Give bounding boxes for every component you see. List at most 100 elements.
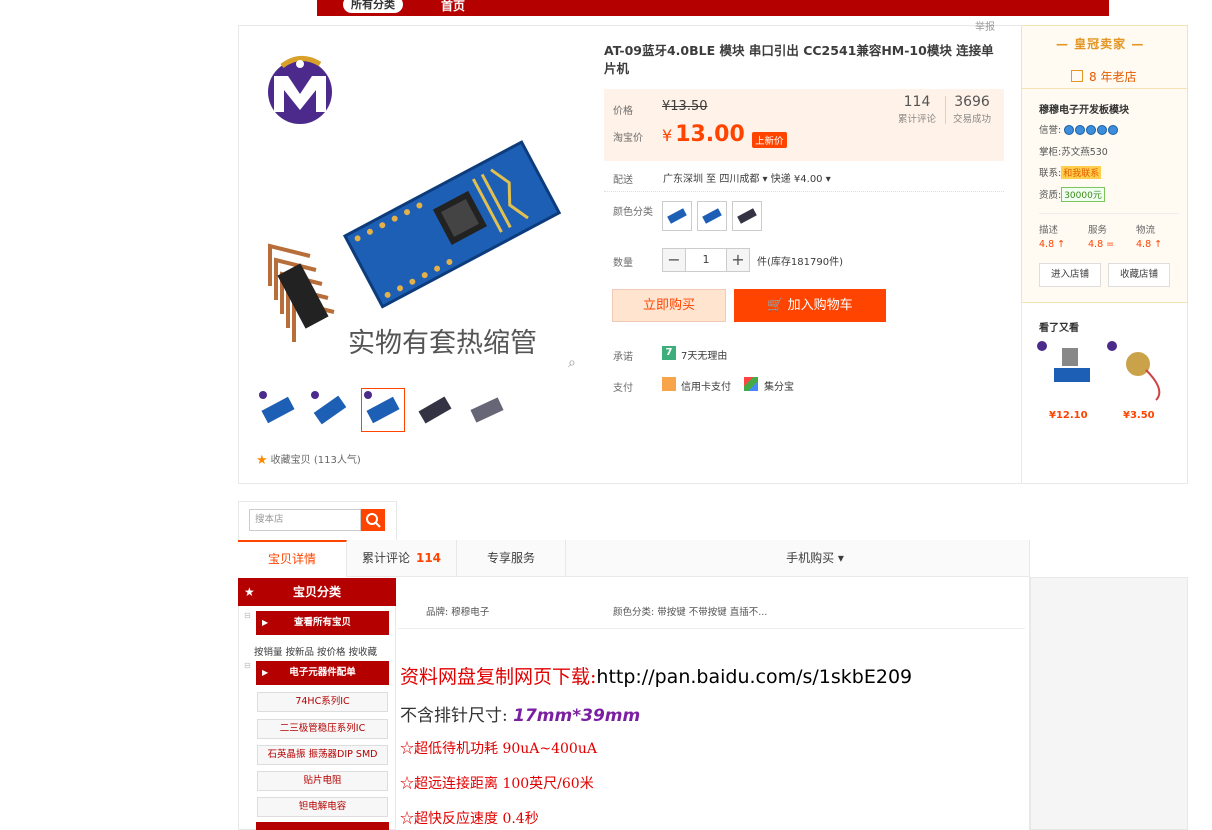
crown-icon [1108,125,1119,135]
crown-icon [1097,125,1108,135]
promise-label: 承诺 [613,352,633,363]
shipping-label: 配送 [613,175,633,186]
attr-brand: 品牌: 穆穆电子 [426,607,490,618]
also-viewed-title: 看了又看 [1039,323,1079,334]
tab-mobile[interactable]: 手机购买 ▾ [760,540,870,577]
shop-age: 8 年老店 [1071,68,1136,85]
color-option[interactable] [732,201,762,231]
contact-row: 联系: 和我联系 [1039,166,1102,179]
product-title: AT-09蓝牙4.0BLE 模块 串口引出 CC2541兼容HM-10模块 连接… [604,43,994,76]
all-categories-link[interactable]: 所有分类 [343,0,403,13]
shop-icon [1071,70,1083,82]
tab-service[interactable]: 专享服务 [457,540,566,577]
search-icon [366,513,381,528]
seller-info-box [1021,25,1188,303]
also-viewed-price: ¥3.50 [1123,410,1155,421]
search-button[interactable] [361,509,385,531]
tab-detail[interactable]: 宝贝详情 [238,540,347,577]
thumbnail[interactable] [465,388,509,432]
tab-reviews[interactable]: 累计评论 114 [347,540,457,577]
payment-label: 支付 [613,383,633,394]
favorite-shop-button[interactable]: 收藏店铺 [1108,263,1170,287]
tree-toggle-icon[interactable]: ⊟ [244,661,251,670]
star-icon: ★ [256,453,268,468]
divider [1039,213,1179,214]
category-item[interactable]: 石英晶振 振荡器DIP SMD [257,745,388,765]
quantity-decrease-button[interactable]: − [662,248,686,272]
thumbnail-selected[interactable] [361,388,405,432]
buy-now-button[interactable]: 立即购买 [612,289,726,322]
crown-icon [1064,125,1075,135]
quantity-label: 数量 [613,258,633,269]
color-option[interactable] [662,201,692,231]
shipping-selector[interactable]: 广东深圳 至 四川成都 ▾ 快递 ¥4.00 ▾ [663,170,831,185]
category-header: ★ 宝贝分类 [238,578,396,606]
quantity-increase-button[interactable]: + [726,248,750,272]
seven-day-icon: 7 [662,346,676,360]
category-electronics[interactable]: ▶ 电子元器件配单 [256,661,389,685]
new-price-badge: 上新价 [752,132,787,148]
installment-icon [744,377,758,391]
feature-line: ☆超远连接距离 100英尺/60米 [400,776,594,792]
rating-description: 描述 4.8 ↑ [1039,225,1066,250]
main-product-image[interactable]: 实物有套热缩管 [250,36,590,376]
star-icon: ★ [244,585,255,599]
crown-icon [1086,125,1097,135]
shop-search-input[interactable]: 搜本店 [249,509,361,531]
also-viewed-item[interactable] [1106,340,1170,404]
download-line: 资料网盘复制网页下载:http://pan.baidu.com/s/1skbE2… [400,666,913,688]
promise-text[interactable]: 7天无理由 [681,347,727,362]
credit-card-text: 信用卡支付 [681,382,731,393]
shop-name[interactable]: 穆穆电子开发板模块 [1039,101,1129,116]
divider [1022,88,1187,89]
original-price: ¥13.50 [662,99,708,114]
right-sidebar [1030,577,1188,830]
cart-icon: 🛒 [767,298,784,313]
category-item[interactable]: 74HC系列IC [257,692,388,712]
contact-seller-button[interactable]: 和我联系 [1061,166,1102,179]
category-view-all[interactable]: ▶ 查看所有宝贝 [256,611,389,635]
deposit-badge: 30000元 [1061,187,1105,202]
attr-color: 颜色分类: 带按键 不带按键 直插不... [613,607,768,618]
enter-shop-button[interactable]: 进入店铺 [1039,263,1101,287]
also-viewed-item[interactable] [1036,340,1100,404]
top-nav-bar: 所有分类 首页 [317,0,1109,16]
category-item[interactable]: 钽电解电容 [257,797,388,817]
quantity-input[interactable]: 1 [686,248,726,272]
rating-logistics: 物流 4.8 ↑ [1136,225,1163,250]
category-more[interactable] [256,822,389,830]
keeper-row: 掌柜:苏文燕530 [1039,147,1108,158]
category-item[interactable]: 二三极管稳压系列IC [257,719,388,739]
installment-text: 集分宝 [764,382,794,393]
sold-count-stat: 3696 交易成功 [953,94,992,125]
thumbnail[interactable] [256,388,300,432]
download-url[interactable]: http://pan.baidu.com/s/1skbE209 [596,666,912,688]
sort-links[interactable]: 按销量 按新品 按价格 按收藏 [254,644,377,658]
tree-toggle-icon[interactable]: ⊟ [244,611,251,620]
feature-line: ☆超快反应速度 0.4秒 [400,811,539,827]
credit-row: 信誉: [1039,122,1119,136]
add-to-cart-button[interactable]: 🛒 加入购物车 [734,289,886,322]
category-item[interactable]: 贴片电阻 [257,771,388,791]
also-viewed-price: ¥12.10 [1049,410,1088,421]
color-label: 颜色分类 [613,207,653,218]
thumbnail[interactable] [308,388,352,432]
size-line: 不含排针尺寸: 17mm*39mm [400,706,641,726]
report-link[interactable]: 举报 [975,18,995,33]
credit-card-icon [662,377,676,391]
rating-service: 服务 4.8 = [1088,225,1115,250]
thumbnail[interactable] [413,388,457,432]
crown-seller-title: — 皇冠卖家 — [1056,37,1145,51]
crown-icon [1075,125,1086,135]
color-option[interactable] [697,201,727,231]
zoom-icon[interactable]: ⌕ [568,355,576,371]
home-link[interactable]: 首页 [441,0,465,14]
image-caption: 实物有套热缩管 [348,328,537,359]
taobao-price-label: 淘宝价 [613,133,643,144]
price-box: 价格 ¥13.50 淘宝价 ¥13.00 上新价 114 累计评论 3696 交… [604,89,1004,161]
price-label: 价格 [613,106,633,117]
review-count-stat[interactable]: 114 累计评论 [898,94,947,125]
stock-text: 件(库存181790件) [757,257,843,268]
shop-logo [268,56,332,124]
favorite-item[interactable]: ★ 收藏宝贝 (113人气) [256,451,361,468]
